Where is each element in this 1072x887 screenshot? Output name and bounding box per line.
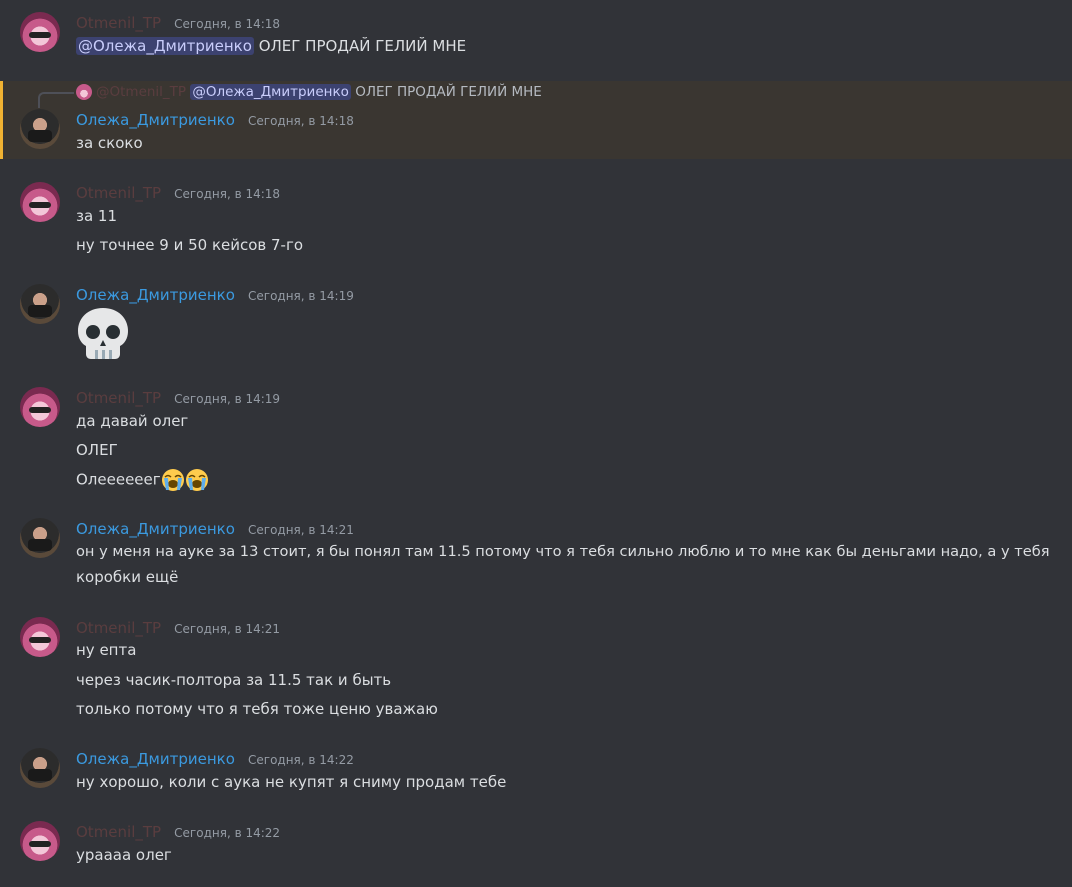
- author-name[interactable]: Otmenil_TP: [76, 619, 161, 637]
- reply-connector: [38, 92, 74, 108]
- user-mention[interactable]: @Олежа_Дмитриенко: [76, 37, 254, 55]
- message-text: Олеееееег: [76, 468, 209, 492]
- author-name[interactable]: Олежа_Дмитриенко: [76, 286, 235, 304]
- avatar[interactable]: [20, 748, 60, 788]
- skull-emoji: [78, 308, 128, 359]
- message-text: ну епта: [76, 641, 137, 659]
- author-name[interactable]: Otmenil_TP: [76, 823, 161, 841]
- reply-preview[interactable]: @Otmenil_TP @Олежа_Дмитриенко ОЛЕГ ПРОДА…: [76, 84, 542, 100]
- message-text: за 11: [76, 207, 118, 225]
- loudly-crying-emoji: [161, 469, 184, 491]
- timestamp: Сегодня, в 14:18: [174, 17, 281, 31]
- timestamp: Сегодня, в 14:19: [174, 392, 281, 406]
- timestamp: Сегодня, в 14:22: [174, 826, 281, 840]
- message-text: он у меня на ауке за 13 стоит, я бы поня…: [76, 543, 1050, 560]
- timestamp: Сегодня, в 14:18: [248, 114, 354, 128]
- message-text: за скоко: [76, 134, 143, 152]
- timestamp: Сегодня, в 14:19: [248, 289, 354, 303]
- message-text: только потому что я тебя тоже ценю уважа…: [76, 700, 438, 718]
- message-text: через часик-полтора за 11.5 так и быть: [76, 671, 392, 689]
- author-name[interactable]: Otmenil_TP: [76, 389, 161, 407]
- reply-text: ОЛЕГ ПРОДАЙ ГЕЛИЙ МНЕ: [355, 84, 542, 100]
- reply-author[interactable]: @Otmenil_TP: [96, 84, 186, 100]
- timestamp: Сегодня, в 14:21: [248, 523, 354, 537]
- timestamp: Сегодня, в 14:18: [174, 187, 281, 201]
- message-text: да давай олег: [76, 412, 189, 430]
- author-name[interactable]: Otmenil_TP: [76, 14, 161, 32]
- timestamp: Сегодня, в 14:22: [248, 753, 354, 767]
- author-name[interactable]: Олежа_Дмитриенко: [76, 520, 235, 538]
- avatar[interactable]: [20, 182, 60, 222]
- message-text: @Олежа_Дмитриенко ОЛЕГ ПРОДАЙ ГЕЛИЙ МНЕ: [76, 37, 467, 55]
- message-text: коробки ещё: [76, 568, 179, 586]
- message-text: ну хорошо, коли с аука не купят я сниму …: [76, 773, 507, 791]
- avatar[interactable]: [20, 284, 60, 324]
- author-name[interactable]: Otmenil_TP: [76, 184, 161, 202]
- avatar[interactable]: [20, 518, 60, 558]
- author-name[interactable]: Олежа_Дмитриенко: [76, 111, 235, 129]
- reply-avatar: [76, 84, 92, 100]
- author-name[interactable]: Олежа_Дмитриенко: [76, 750, 235, 768]
- timestamp: Сегодня, в 14:21: [174, 622, 281, 636]
- avatar[interactable]: [20, 387, 60, 427]
- avatar[interactable]: [20, 617, 60, 657]
- loudly-crying-emoji: [185, 469, 208, 491]
- avatar[interactable]: [20, 109, 60, 149]
- message-text: ОЛЕГ: [76, 441, 118, 459]
- avatar[interactable]: [20, 12, 60, 52]
- message-text: ну точнее 9 и 50 кейсов 7-го: [76, 236, 304, 254]
- user-mention[interactable]: @Олежа_Дмитриенко: [190, 84, 351, 100]
- avatar[interactable]: [20, 821, 60, 861]
- message-text: ураааа олег: [76, 846, 172, 864]
